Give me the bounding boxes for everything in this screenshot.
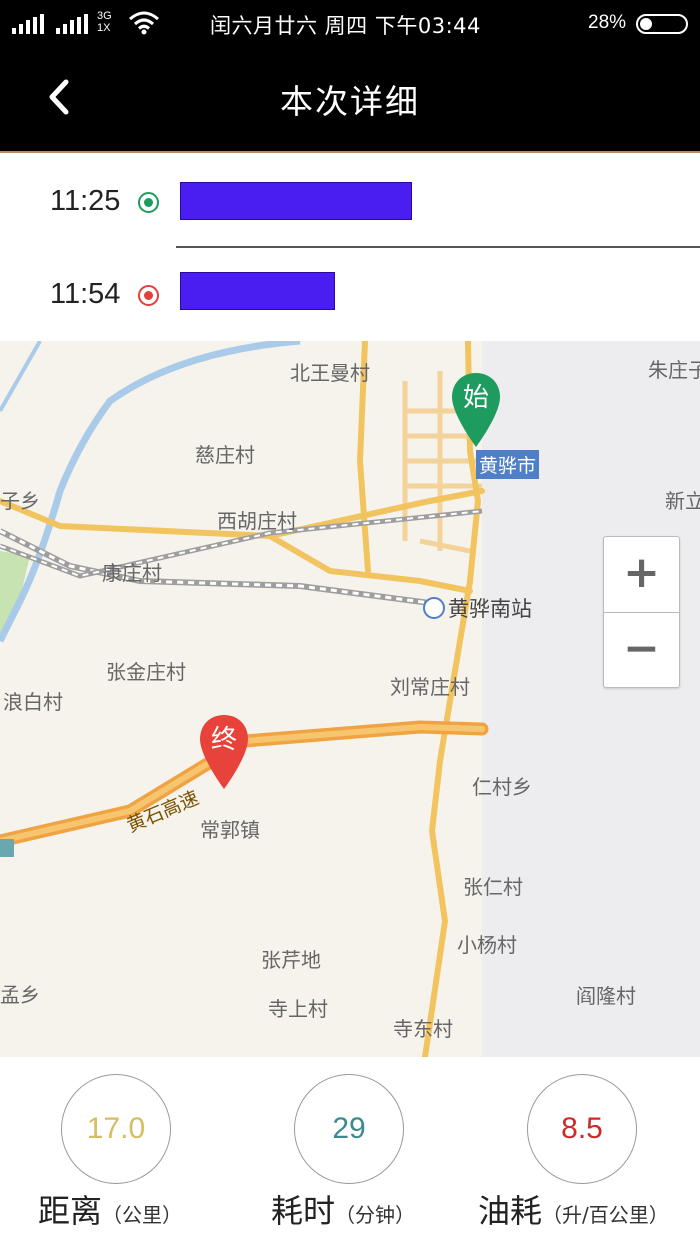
end-pin-icon[interactable]: 终 (198, 713, 250, 791)
fuel-value: 8.5 (527, 1074, 637, 1184)
signal-strength-secondary-icon (56, 14, 88, 34)
fuel-label-group: 油耗（升/百公里） (478, 1186, 669, 1232)
map-label: 寺上村 (268, 997, 328, 1021)
end-time: 11:54 (50, 278, 121, 310)
station-label: 黄骅南站 (423, 593, 532, 623)
status-date-time: 闰六月廿六 周四 下午03:44 (210, 14, 481, 38)
duration-label-group: 耗时（分钟） (271, 1186, 415, 1232)
map-label: 张金庄村 (106, 660, 186, 684)
map-label: 北王曼村 (290, 361, 370, 385)
end-dot-icon (138, 285, 159, 306)
train-station-icon (423, 597, 445, 619)
end-pin-label: 终 (210, 725, 237, 755)
battery-percent: 28% (588, 12, 627, 33)
distance-stat: 17.0 距离（公里） (0, 1057, 233, 1244)
zoom-control: + − (603, 536, 680, 688)
route-summary: 11:25 11:54 (0, 155, 700, 341)
start-dot-icon (138, 192, 159, 213)
map-label: 仁村乡 (472, 775, 532, 799)
fuel-unit: （升/百公里） (542, 1203, 669, 1227)
map-label: 慈庄村 (195, 443, 255, 467)
fuel-label: 油耗 (478, 1192, 543, 1230)
zoom-out-button[interactable]: − (604, 613, 679, 688)
network-sub-label: 1X (97, 22, 111, 34)
wifi-icon (129, 11, 159, 35)
map-label: 子乡 (0, 489, 40, 513)
trip-stats: 17.0 距离（公里） 29 耗时（分钟） 8.5 油耗（升/百公里） (0, 1057, 700, 1244)
fuel-stat: 8.5 油耗（升/百公里） (466, 1057, 699, 1244)
network-type-label: 3G (97, 10, 112, 22)
map-label: 张芹地 (261, 948, 321, 972)
map-label: 浪白村 (3, 690, 63, 714)
map-label: 西胡庄村 (217, 509, 297, 533)
route-map[interactable]: 北王曼村 朱庄子 慈庄村 子乡 新立 西胡庄村 康庄村 张金庄村 刘常庄村 浪白… (0, 341, 700, 1057)
route-start-row: 11:25 (0, 155, 700, 248)
duration-unit: （分钟） (335, 1203, 416, 1227)
distance-value: 17.0 (61, 1074, 171, 1184)
network-type: 3G 1X (97, 10, 112, 34)
battery-icon (636, 14, 688, 34)
distance-label: 距离 (38, 1192, 103, 1230)
map-label: 张仁村 (463, 875, 523, 899)
duration-stat: 29 耗时（分钟） (233, 1057, 466, 1244)
signal-strength-icon (12, 14, 44, 34)
zoom-in-button[interactable]: + (604, 537, 679, 612)
map-canvas (0, 341, 700, 1057)
map-label: 刘常庄村 (390, 675, 470, 699)
start-time: 11:25 (50, 185, 121, 217)
nav-bar: 本次详细 (0, 50, 700, 153)
map-label: 寺东村 (393, 1017, 453, 1041)
map-label: 康庄村 (102, 561, 162, 585)
distance-unit: （公里） (102, 1203, 183, 1227)
duration-label: 耗时 (271, 1192, 336, 1230)
page-title: 本次详细 (280, 82, 420, 121)
duration-value: 29 (294, 1074, 404, 1184)
station-name: 黄骅南站 (448, 597, 532, 621)
map-label: 朱庄子 (648, 358, 700, 382)
end-address-redacted (180, 272, 335, 310)
map-label: 常郭镇 (200, 818, 260, 842)
map-label: 孟乡 (0, 983, 40, 1007)
start-pin-icon[interactable]: 始 (450, 371, 502, 449)
distance-label-group: 距离（公里） (38, 1186, 182, 1232)
start-pin-label: 始 (462, 383, 489, 413)
map-label: 新立 (665, 489, 700, 513)
route-end-row: 11:54 (0, 248, 700, 341)
map-label: 阎隆村 (576, 984, 636, 1008)
city-label: 黄骅市 (476, 450, 540, 479)
map-label: 小杨村 (457, 933, 517, 957)
status-bar: 3G 1X 闰六月廿六 周四 下午03:44 28% (0, 0, 700, 50)
start-address-redacted (180, 182, 412, 220)
